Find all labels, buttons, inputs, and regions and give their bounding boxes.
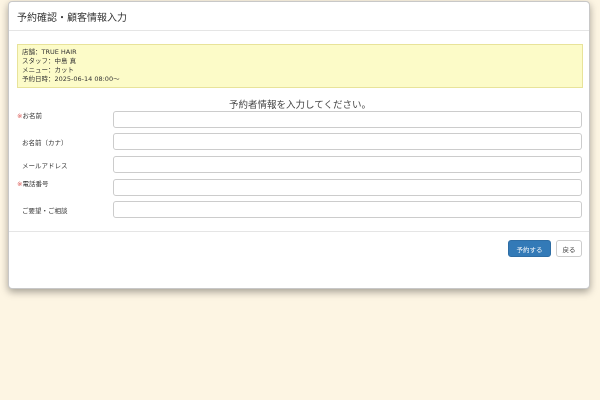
request-row: ご要望・ご相談 [9,201,591,223]
form-intro: 予約者情報を入力してください。 [229,100,371,111]
modal-header: 予約確認・顧客情報入力 [9,2,589,31]
kana-input[interactable] [113,133,582,150]
summary-staff: スタッフ：中島 真 [22,57,77,65]
email-input[interactable] [113,156,582,173]
phone-label-text: 電話番号 [22,180,49,188]
name-row: ※お名前 [9,111,591,133]
name-label: ※お名前 [17,110,42,120]
summary-datetime: 予約日時：2025-06-14 08:00〜 [22,75,120,83]
summary-store: 店舗：TRUE HAIR [22,48,77,56]
reservation-summary: 店舗：TRUE HAIR スタッフ：中島 真 メニュー：カット 予約日時：202… [17,44,583,88]
request-label: ご要望・ご相談 [22,207,68,215]
email-label: メールアドレス [22,162,68,170]
name-input[interactable] [113,111,582,128]
phone-input[interactable] [113,179,582,196]
phone-label: ※電話番号 [17,178,48,188]
reservation-modal: 予約確認・顧客情報入力 店舗：TRUE HAIR スタッフ：中島 真 メニュー：… [8,1,590,289]
modal-footer: 予約する 戻る [9,231,589,290]
reserve-button[interactable]: 予約する [508,240,551,257]
phone-row: ※電話番号 [9,179,591,201]
name-label-text: お名前 [22,112,42,120]
request-input[interactable] [113,201,582,218]
kana-row: お名前（カナ） [9,133,591,155]
modal-title: 予約確認・顧客情報入力 [17,12,127,24]
summary-menu: メニュー：カット [22,66,74,74]
back-button[interactable]: 戻る [556,240,582,257]
kana-label: お名前（カナ） [22,139,68,147]
email-row: メールアドレス [9,156,591,178]
